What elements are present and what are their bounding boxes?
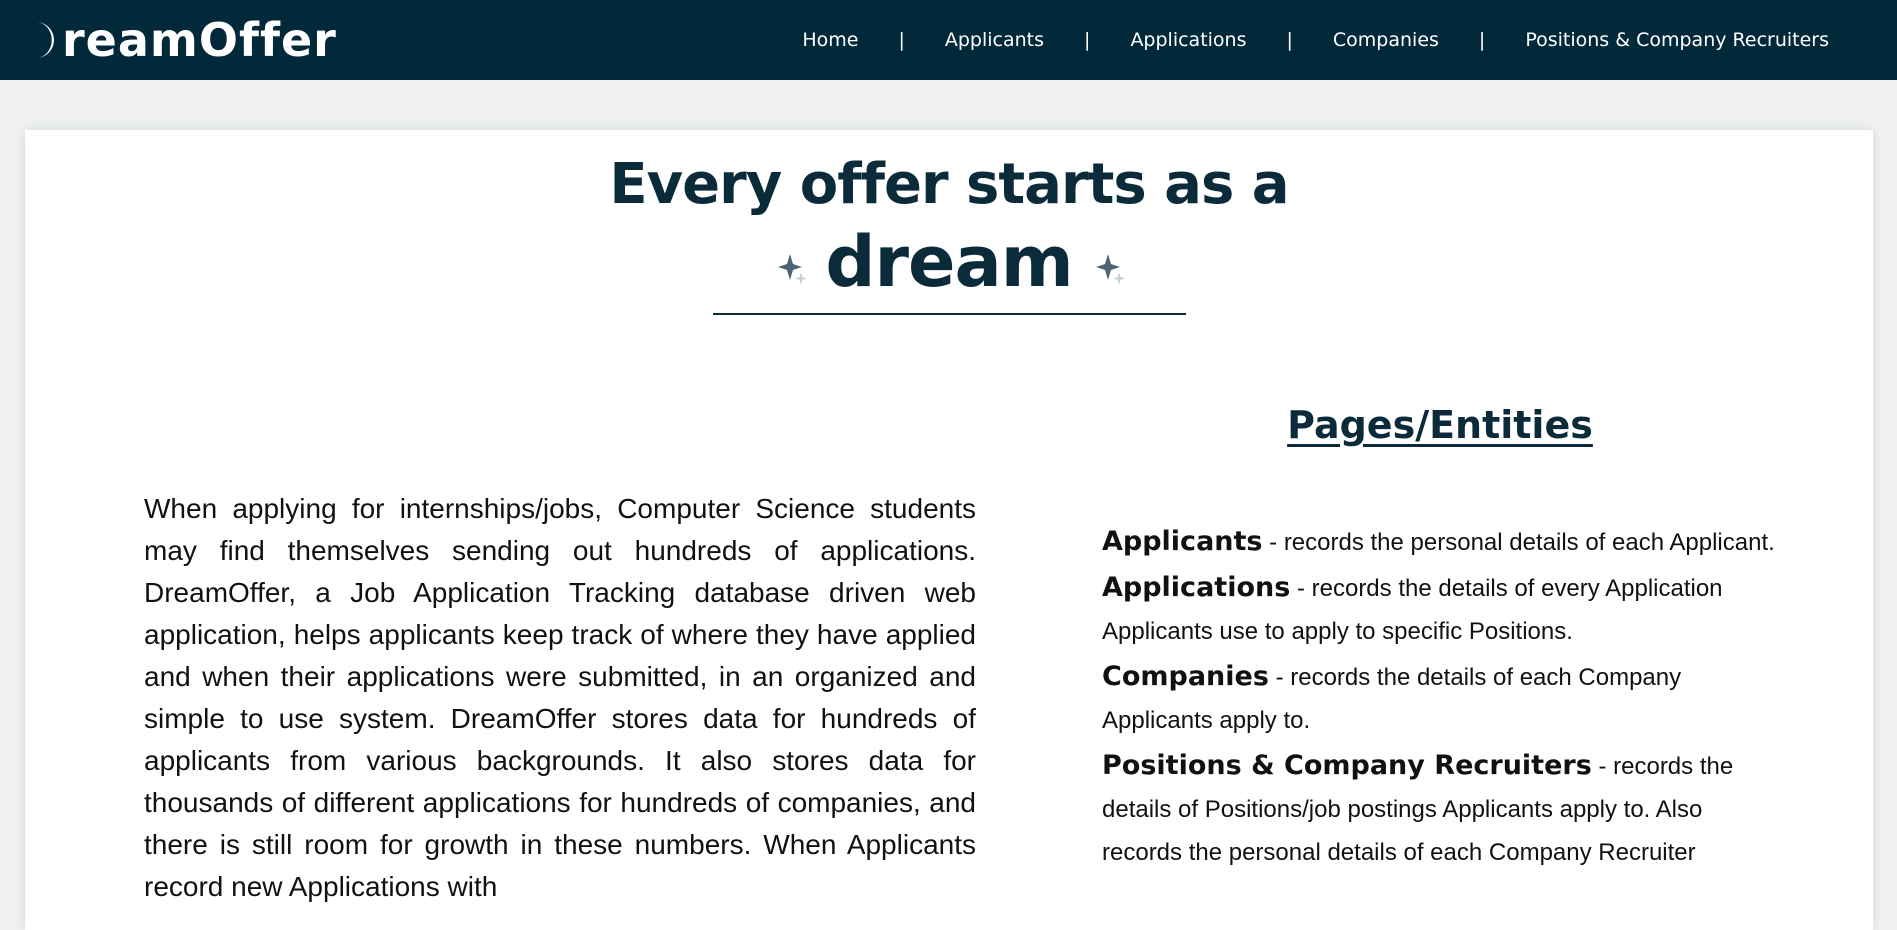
hero-line-1: Every offer starts as a (609, 152, 1289, 217)
nav-companies[interactable]: Companies (1333, 29, 1439, 51)
hero-heading: Every offer starts as a dream (25, 150, 1873, 300)
entity-description: - records the personal details of each A… (1262, 529, 1775, 556)
intro-paragraph: When applying for internships/jobs, Comp… (144, 493, 976, 902)
hero-dream-word: dream (825, 221, 1073, 303)
nav-applications[interactable]: Applications (1130, 29, 1246, 51)
sparkle-icon (1095, 254, 1125, 285)
crescent-moon-icon (36, 22, 54, 58)
main-nav: Home | Applicants | Applications | Compa… (802, 0, 1829, 80)
entity-item-applications: Applications - records the details of ev… (1102, 566, 1782, 653)
entity-name: Companies (1102, 661, 1269, 692)
nav-positions-recruiters[interactable]: Positions & Company Recruiters (1525, 29, 1829, 51)
entity-name: Applications (1102, 572, 1291, 603)
entity-name: Applicants (1102, 526, 1263, 557)
entity-item-positions-recruiters: Positions & Company Recruiters - records… (1102, 744, 1782, 874)
entity-item-companies: Companies - records the details of each … (1102, 655, 1782, 742)
nav-home[interactable]: Home (802, 29, 858, 51)
nav-separator: | (898, 29, 905, 51)
nav-applicants[interactable]: Applicants (945, 29, 1044, 51)
entity-name: Positions & Company Recruiters (1102, 750, 1592, 781)
top-navbar: reamOffer Home | Applicants | Applicatio… (0, 0, 1897, 80)
content-card: Every offer starts as a dream When apply… (25, 130, 1873, 930)
entity-item-applicants: Applicants - records the personal detail… (1102, 520, 1782, 564)
nav-separator: | (1084, 29, 1091, 51)
hero-line-2: dream (25, 224, 1873, 300)
hero-divider (713, 313, 1186, 315)
entity-list: Applicants - records the personal detail… (1102, 520, 1782, 876)
logo-text: reamOffer (62, 13, 337, 67)
nav-separator: | (1286, 29, 1293, 51)
nav-separator: | (1478, 29, 1486, 51)
sparkle-icon (778, 254, 808, 285)
entities-title: Pages/Entities (1287, 403, 1593, 447)
logo[interactable]: reamOffer (30, 13, 337, 67)
